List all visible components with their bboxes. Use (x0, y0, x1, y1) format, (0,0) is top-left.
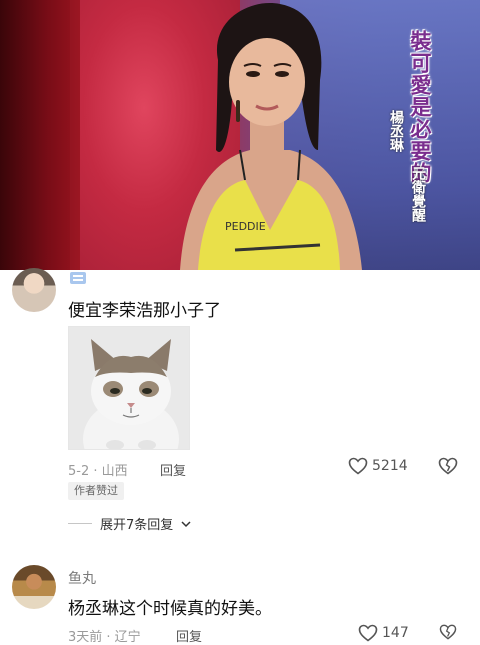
like-count: 147 (382, 625, 409, 641)
reply-button[interactable]: 回复 (160, 460, 186, 479)
heart-icon (358, 624, 378, 642)
like-button[interactable]: 5214 (348, 457, 408, 475)
broken-heart-icon[interactable] (438, 457, 458, 475)
avatar[interactable] (12, 268, 56, 312)
broken-heart-icon[interactable] (438, 624, 458, 640)
expand-replies-button[interactable]: 展开7条回复 (68, 514, 191, 533)
cat-icon (69, 327, 189, 449)
chevron-down-icon (181, 520, 191, 527)
avatar[interactable] (12, 565, 56, 609)
comment-text: 杨丞琳这个时候真的好美。 (68, 599, 272, 619)
video-credit-name: 楊丞琳 (388, 110, 404, 152)
stage-curtain (0, 0, 70, 270)
svg-text:PEDDIE: PEDDIE (225, 220, 266, 233)
like-count: 5214 (372, 458, 408, 474)
video-credit-role: 元衛覺醒 (410, 166, 426, 222)
comment-meta: 5-2 · 山西 (68, 464, 128, 479)
cat-sticker-image[interactable] (68, 326, 190, 450)
expand-replies-label: 展开7条回复 (100, 518, 174, 533)
video-caption: 裝可愛是必要的 (408, 30, 433, 184)
author-liked-badge: 作者赞过 (68, 482, 124, 500)
comment-text: 便宜李荣浩那小子了 (68, 301, 221, 321)
video-frame[interactable]: PEDDIE 裝可愛是必要的 楊丞琳 元衛覺醒 (0, 0, 480, 270)
level-badge-icon (70, 272, 86, 284)
like-button[interactable]: 147 (358, 624, 409, 642)
heart-icon (348, 457, 368, 475)
divider (68, 523, 92, 524)
comment-username[interactable]: 鱼丸 (68, 568, 96, 588)
reply-button[interactable]: 回复 (176, 626, 202, 645)
video-person: PEDDIE (180, 3, 362, 270)
comment-meta: 3天前 · 辽宁 (68, 630, 141, 645)
